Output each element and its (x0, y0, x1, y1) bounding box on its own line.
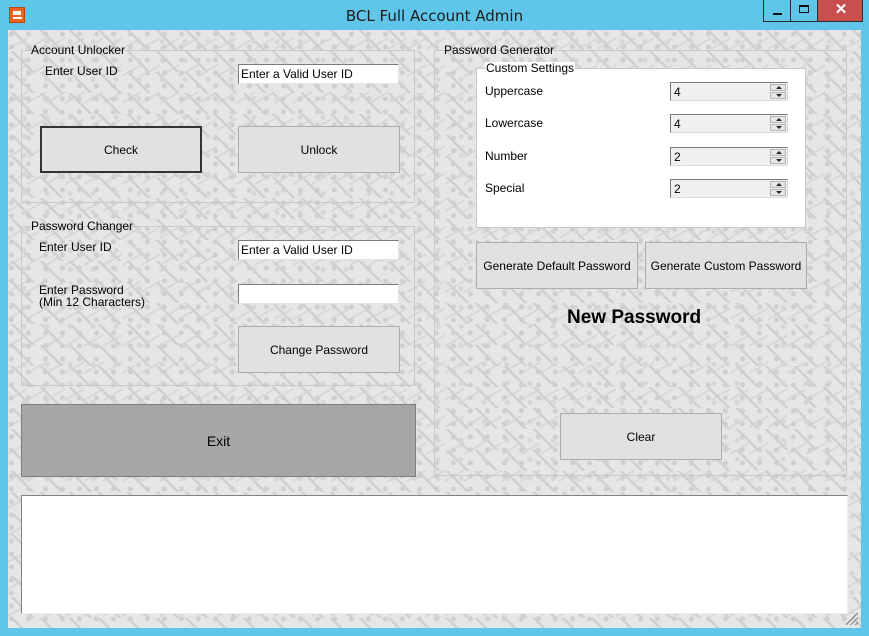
special-label: Special (485, 181, 525, 195)
title-bar[interactable]: BCL Full Account Admin ✕ (0, 0, 869, 30)
password-hint-label: (Min 12 Characters) (39, 295, 146, 309)
main-form: Account Unlocker Enter User ID Check Unl… (8, 30, 861, 628)
minimize-button[interactable] (763, 0, 790, 22)
lowercase-value: 4 (674, 117, 681, 131)
spin-up-icon[interactable] (770, 149, 786, 156)
resize-grip-icon[interactable] (846, 613, 858, 625)
changer-user-id-input[interactable] (238, 240, 399, 260)
uppercase-spinner[interactable]: 4 (670, 82, 788, 101)
password-generator-label: Password Generator (444, 43, 555, 57)
app-window: BCL Full Account Admin ✕ Account Unlocke… (0, 0, 869, 636)
change-password-button[interactable]: Change Password (238, 326, 400, 373)
number-value: 2 (674, 150, 681, 164)
number-spinner[interactable]: 2 (670, 147, 788, 166)
spin-up-icon[interactable] (770, 181, 786, 188)
changer-user-id-label: Enter User ID (39, 240, 112, 254)
generate-default-password-button[interactable]: Generate Default Password (476, 242, 638, 289)
number-label: Number (485, 149, 528, 163)
uppercase-label: Uppercase (485, 84, 544, 98)
clear-button[interactable]: Clear (560, 413, 722, 460)
unlocker-user-id-label: Enter User ID (45, 64, 118, 78)
custom-settings-label: Custom Settings (485, 61, 576, 75)
spin-up-icon[interactable] (770, 116, 786, 123)
generated-password-display: New Password (567, 307, 702, 328)
close-button[interactable]: ✕ (817, 0, 863, 22)
window-title: BCL Full Account Admin (345, 7, 524, 25)
spin-up-icon[interactable] (770, 84, 786, 91)
special-spinner[interactable]: 2 (670, 179, 788, 198)
lowercase-spinner[interactable]: 4 (670, 114, 788, 133)
unlocker-user-id-input[interactable] (238, 64, 399, 84)
output-textarea[interactable] (21, 495, 848, 614)
generate-custom-password-button[interactable]: Generate Custom Password (645, 242, 807, 289)
spin-down-icon[interactable] (770, 92, 786, 99)
lowercase-label: Lowercase (485, 116, 544, 130)
password-input[interactable] (238, 284, 399, 304)
unlock-button[interactable]: Unlock (238, 126, 400, 173)
special-value: 2 (674, 182, 681, 196)
spin-down-icon[interactable] (770, 157, 786, 164)
maximize-button[interactable] (790, 0, 817, 22)
spin-down-icon[interactable] (770, 124, 786, 131)
minimize-icon (773, 13, 782, 15)
close-icon: ✕ (834, 1, 848, 18)
exit-button[interactable]: Exit (21, 404, 416, 477)
check-button[interactable]: Check (40, 126, 202, 173)
account-unlocker-label: Account Unlocker (31, 43, 126, 57)
password-changer-label: Password Changer (31, 219, 134, 233)
maximize-icon (799, 5, 809, 13)
uppercase-value: 4 (674, 85, 681, 99)
spin-down-icon[interactable] (770, 189, 786, 196)
